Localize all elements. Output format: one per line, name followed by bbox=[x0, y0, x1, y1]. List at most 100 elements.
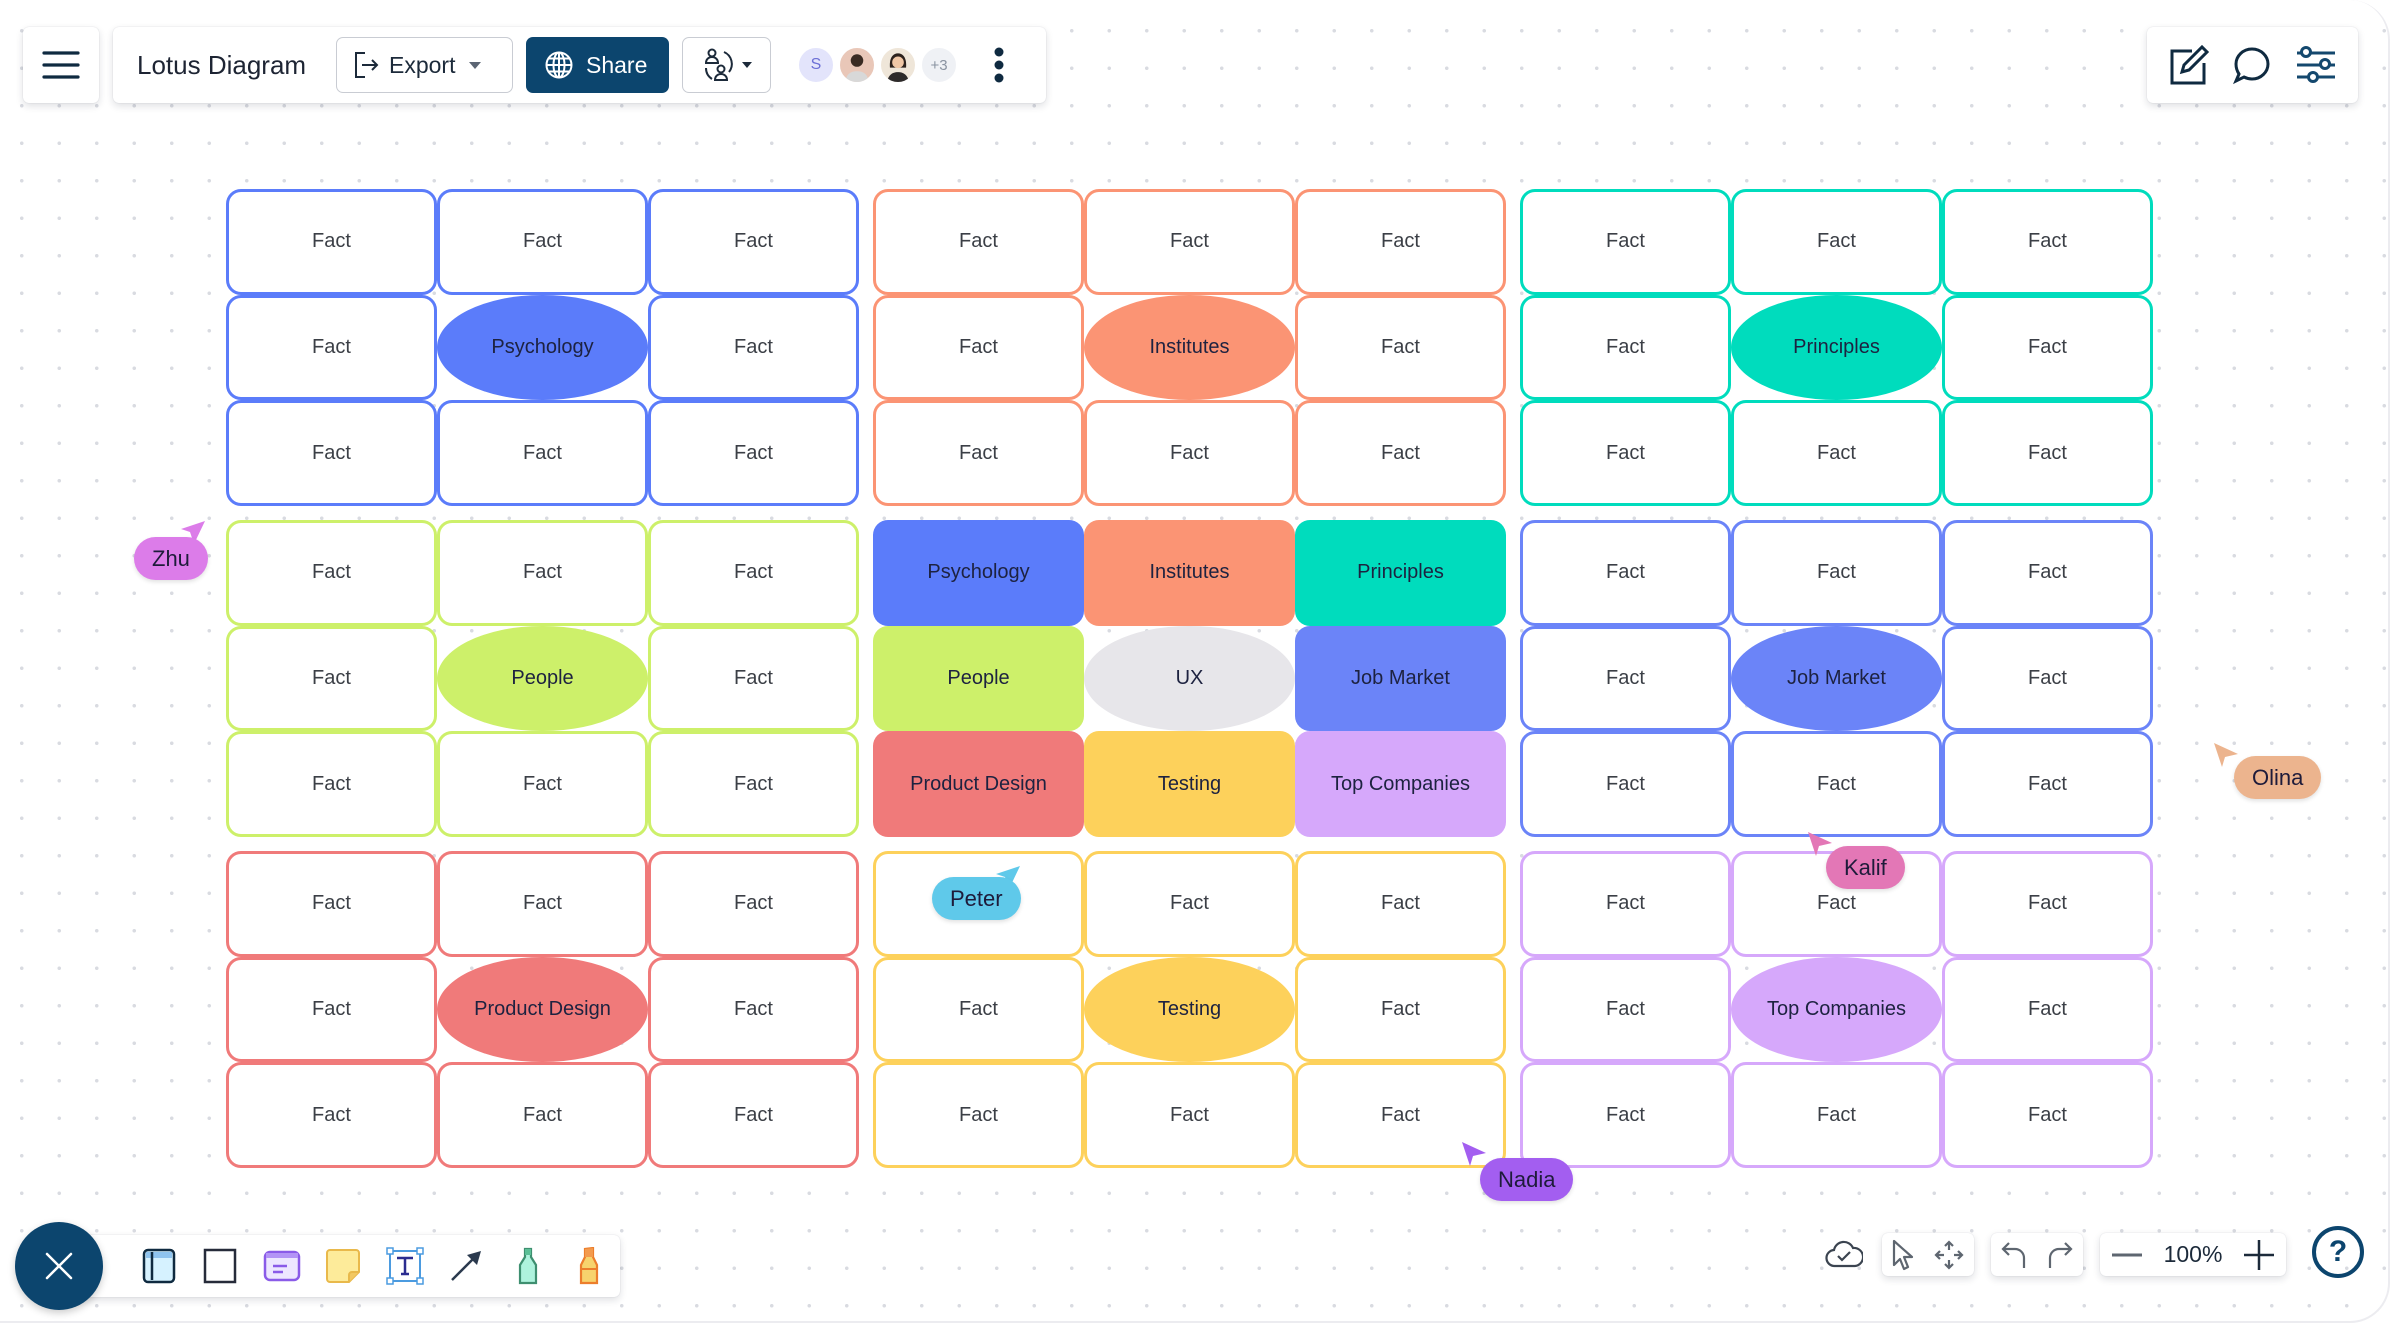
fact-cell[interactable]: Fact bbox=[1295, 294, 1506, 401]
highlighter-tool-button[interactable] bbox=[559, 1238, 621, 1294]
fact-cell[interactable]: Fact bbox=[1520, 731, 1731, 837]
avatar[interactable]: S bbox=[797, 46, 835, 84]
fact-cell[interactable]: Fact bbox=[226, 189, 437, 295]
fact-cell[interactable]: Fact bbox=[1520, 189, 1731, 295]
fact-cell[interactable]: Fact bbox=[226, 731, 437, 837]
fact-cell[interactable]: Fact bbox=[226, 400, 437, 506]
zoom-out-button[interactable] bbox=[2110, 1252, 2144, 1258]
arrow-tool-button[interactable] bbox=[436, 1238, 498, 1294]
share-button[interactable]: Share bbox=[526, 37, 669, 93]
block-center-node[interactable]: People bbox=[437, 625, 648, 732]
settings-button[interactable] bbox=[2295, 45, 2337, 85]
edit-button[interactable] bbox=[2168, 44, 2210, 86]
fact-cell[interactable]: Fact bbox=[226, 294, 437, 401]
fact-cell[interactable]: Fact bbox=[648, 851, 859, 957]
fact-cell[interactable]: Fact bbox=[873, 294, 1084, 401]
fact-cell[interactable]: Fact bbox=[1295, 956, 1506, 1063]
export-button[interactable]: Export bbox=[336, 37, 513, 93]
fact-cell[interactable]: Fact bbox=[1731, 520, 1942, 626]
fact-cell[interactable]: Fact bbox=[648, 294, 859, 401]
fact-cell[interactable]: Fact bbox=[1520, 520, 1731, 626]
fact-cell[interactable]: Fact bbox=[437, 731, 648, 837]
fact-cell[interactable]: Fact bbox=[226, 520, 437, 626]
fact-cell[interactable]: Fact bbox=[226, 625, 437, 732]
fact-cell[interactable]: Fact bbox=[1084, 189, 1295, 295]
redo-button[interactable] bbox=[2046, 1239, 2074, 1271]
fact-cell[interactable]: Fact bbox=[873, 189, 1084, 295]
zoom-in-button[interactable] bbox=[2242, 1238, 2276, 1272]
fact-cell[interactable]: Fact bbox=[648, 520, 859, 626]
collaboration-button[interactable] bbox=[682, 37, 771, 93]
text-tool-button[interactable] bbox=[374, 1238, 436, 1294]
fact-cell[interactable]: Fact bbox=[1295, 189, 1506, 295]
theme-node[interactable]: Testing bbox=[1084, 731, 1295, 837]
fact-cell[interactable]: Fact bbox=[1942, 400, 2153, 506]
theme-node[interactable]: Job Market bbox=[1295, 625, 1506, 732]
fact-cell[interactable]: Fact bbox=[1520, 1062, 1731, 1168]
sticky-note-tool-button[interactable] bbox=[313, 1238, 375, 1294]
fact-cell[interactable]: Fact bbox=[1084, 1062, 1295, 1168]
frame-tool-button[interactable] bbox=[128, 1238, 190, 1294]
help-button[interactable]: ? bbox=[2312, 1226, 2364, 1278]
fact-cell[interactable]: Fact bbox=[1731, 1062, 1942, 1168]
fact-cell[interactable]: Fact bbox=[1520, 625, 1731, 732]
select-tool-button[interactable] bbox=[1891, 1239, 1915, 1271]
card-tool-button[interactable] bbox=[251, 1238, 313, 1294]
fact-cell[interactable]: Fact bbox=[1520, 294, 1731, 401]
fact-cell[interactable]: Fact bbox=[1295, 400, 1506, 506]
fact-cell[interactable]: Fact bbox=[873, 400, 1084, 506]
document-title[interactable]: Lotus Diagram bbox=[137, 50, 317, 81]
comments-button[interactable] bbox=[2232, 45, 2272, 85]
close-toolbar-button[interactable] bbox=[15, 1222, 103, 1310]
avatar[interactable] bbox=[838, 46, 876, 84]
fact-cell[interactable]: Fact bbox=[1520, 851, 1731, 957]
main-menu-button[interactable] bbox=[23, 27, 99, 103]
fact-cell[interactable]: Fact bbox=[648, 400, 859, 506]
fact-cell[interactable]: Fact bbox=[1942, 1062, 2153, 1168]
pan-tool-button[interactable] bbox=[1933, 1239, 1965, 1271]
block-center-node[interactable]: Psychology bbox=[437, 294, 648, 401]
fact-cell[interactable]: Fact bbox=[437, 520, 648, 626]
fact-cell[interactable]: Fact bbox=[1084, 400, 1295, 506]
collaborator-avatars[interactable]: S +3 bbox=[797, 46, 961, 84]
fact-cell[interactable]: Fact bbox=[1942, 520, 2153, 626]
avatar[interactable] bbox=[879, 46, 917, 84]
fact-cell[interactable]: Fact bbox=[226, 851, 437, 957]
fact-cell[interactable]: Fact bbox=[648, 189, 859, 295]
fact-cell[interactable]: Fact bbox=[1731, 189, 1942, 295]
fact-cell[interactable]: Fact bbox=[873, 1062, 1084, 1168]
fact-cell[interactable]: Fact bbox=[1295, 851, 1506, 957]
block-center-node[interactable]: Principles bbox=[1731, 294, 1942, 401]
fact-cell[interactable]: Fact bbox=[226, 1062, 437, 1168]
marker-tool-button[interactable] bbox=[497, 1238, 559, 1294]
block-center-node[interactable]: Job Market bbox=[1731, 625, 1942, 732]
fact-cell[interactable]: Fact bbox=[1731, 731, 1942, 837]
fact-cell[interactable]: Fact bbox=[648, 956, 859, 1063]
fact-cell[interactable]: Fact bbox=[1942, 189, 2153, 295]
block-center-node[interactable]: Testing bbox=[1084, 956, 1295, 1063]
more-collaborators-count[interactable]: +3 bbox=[920, 46, 958, 84]
fact-cell[interactable]: Fact bbox=[437, 851, 648, 957]
more-options-button[interactable] bbox=[989, 40, 1009, 90]
theme-node[interactable]: Institutes bbox=[1084, 520, 1295, 626]
fact-cell[interactable]: Fact bbox=[1942, 625, 2153, 732]
theme-node[interactable]: Principles bbox=[1295, 520, 1506, 626]
cloud-saved-status[interactable] bbox=[1822, 1232, 1866, 1276]
zoom-level[interactable]: 100% bbox=[2164, 1241, 2223, 1268]
fact-cell[interactable]: Fact bbox=[1084, 851, 1295, 957]
core-topic-node[interactable]: UX bbox=[1084, 625, 1295, 732]
block-center-node[interactable]: Top Companies bbox=[1731, 956, 1942, 1063]
theme-node[interactable]: Psychology bbox=[873, 520, 1084, 626]
fact-cell[interactable]: Fact bbox=[1942, 731, 2153, 837]
fact-cell[interactable]: Fact bbox=[648, 625, 859, 732]
fact-cell[interactable]: Fact bbox=[437, 400, 648, 506]
theme-node[interactable]: People bbox=[873, 625, 1084, 732]
theme-node[interactable]: Product Design bbox=[873, 731, 1084, 837]
fact-cell[interactable]: Fact bbox=[648, 1062, 859, 1168]
fact-cell[interactable]: Fact bbox=[648, 731, 859, 837]
fact-cell[interactable]: Fact bbox=[226, 956, 437, 1063]
block-center-node[interactable]: Product Design bbox=[437, 956, 648, 1063]
fact-cell[interactable]: Fact bbox=[437, 189, 648, 295]
fact-cell[interactable]: Fact bbox=[437, 1062, 648, 1168]
fact-cell[interactable]: Fact bbox=[873, 956, 1084, 1063]
